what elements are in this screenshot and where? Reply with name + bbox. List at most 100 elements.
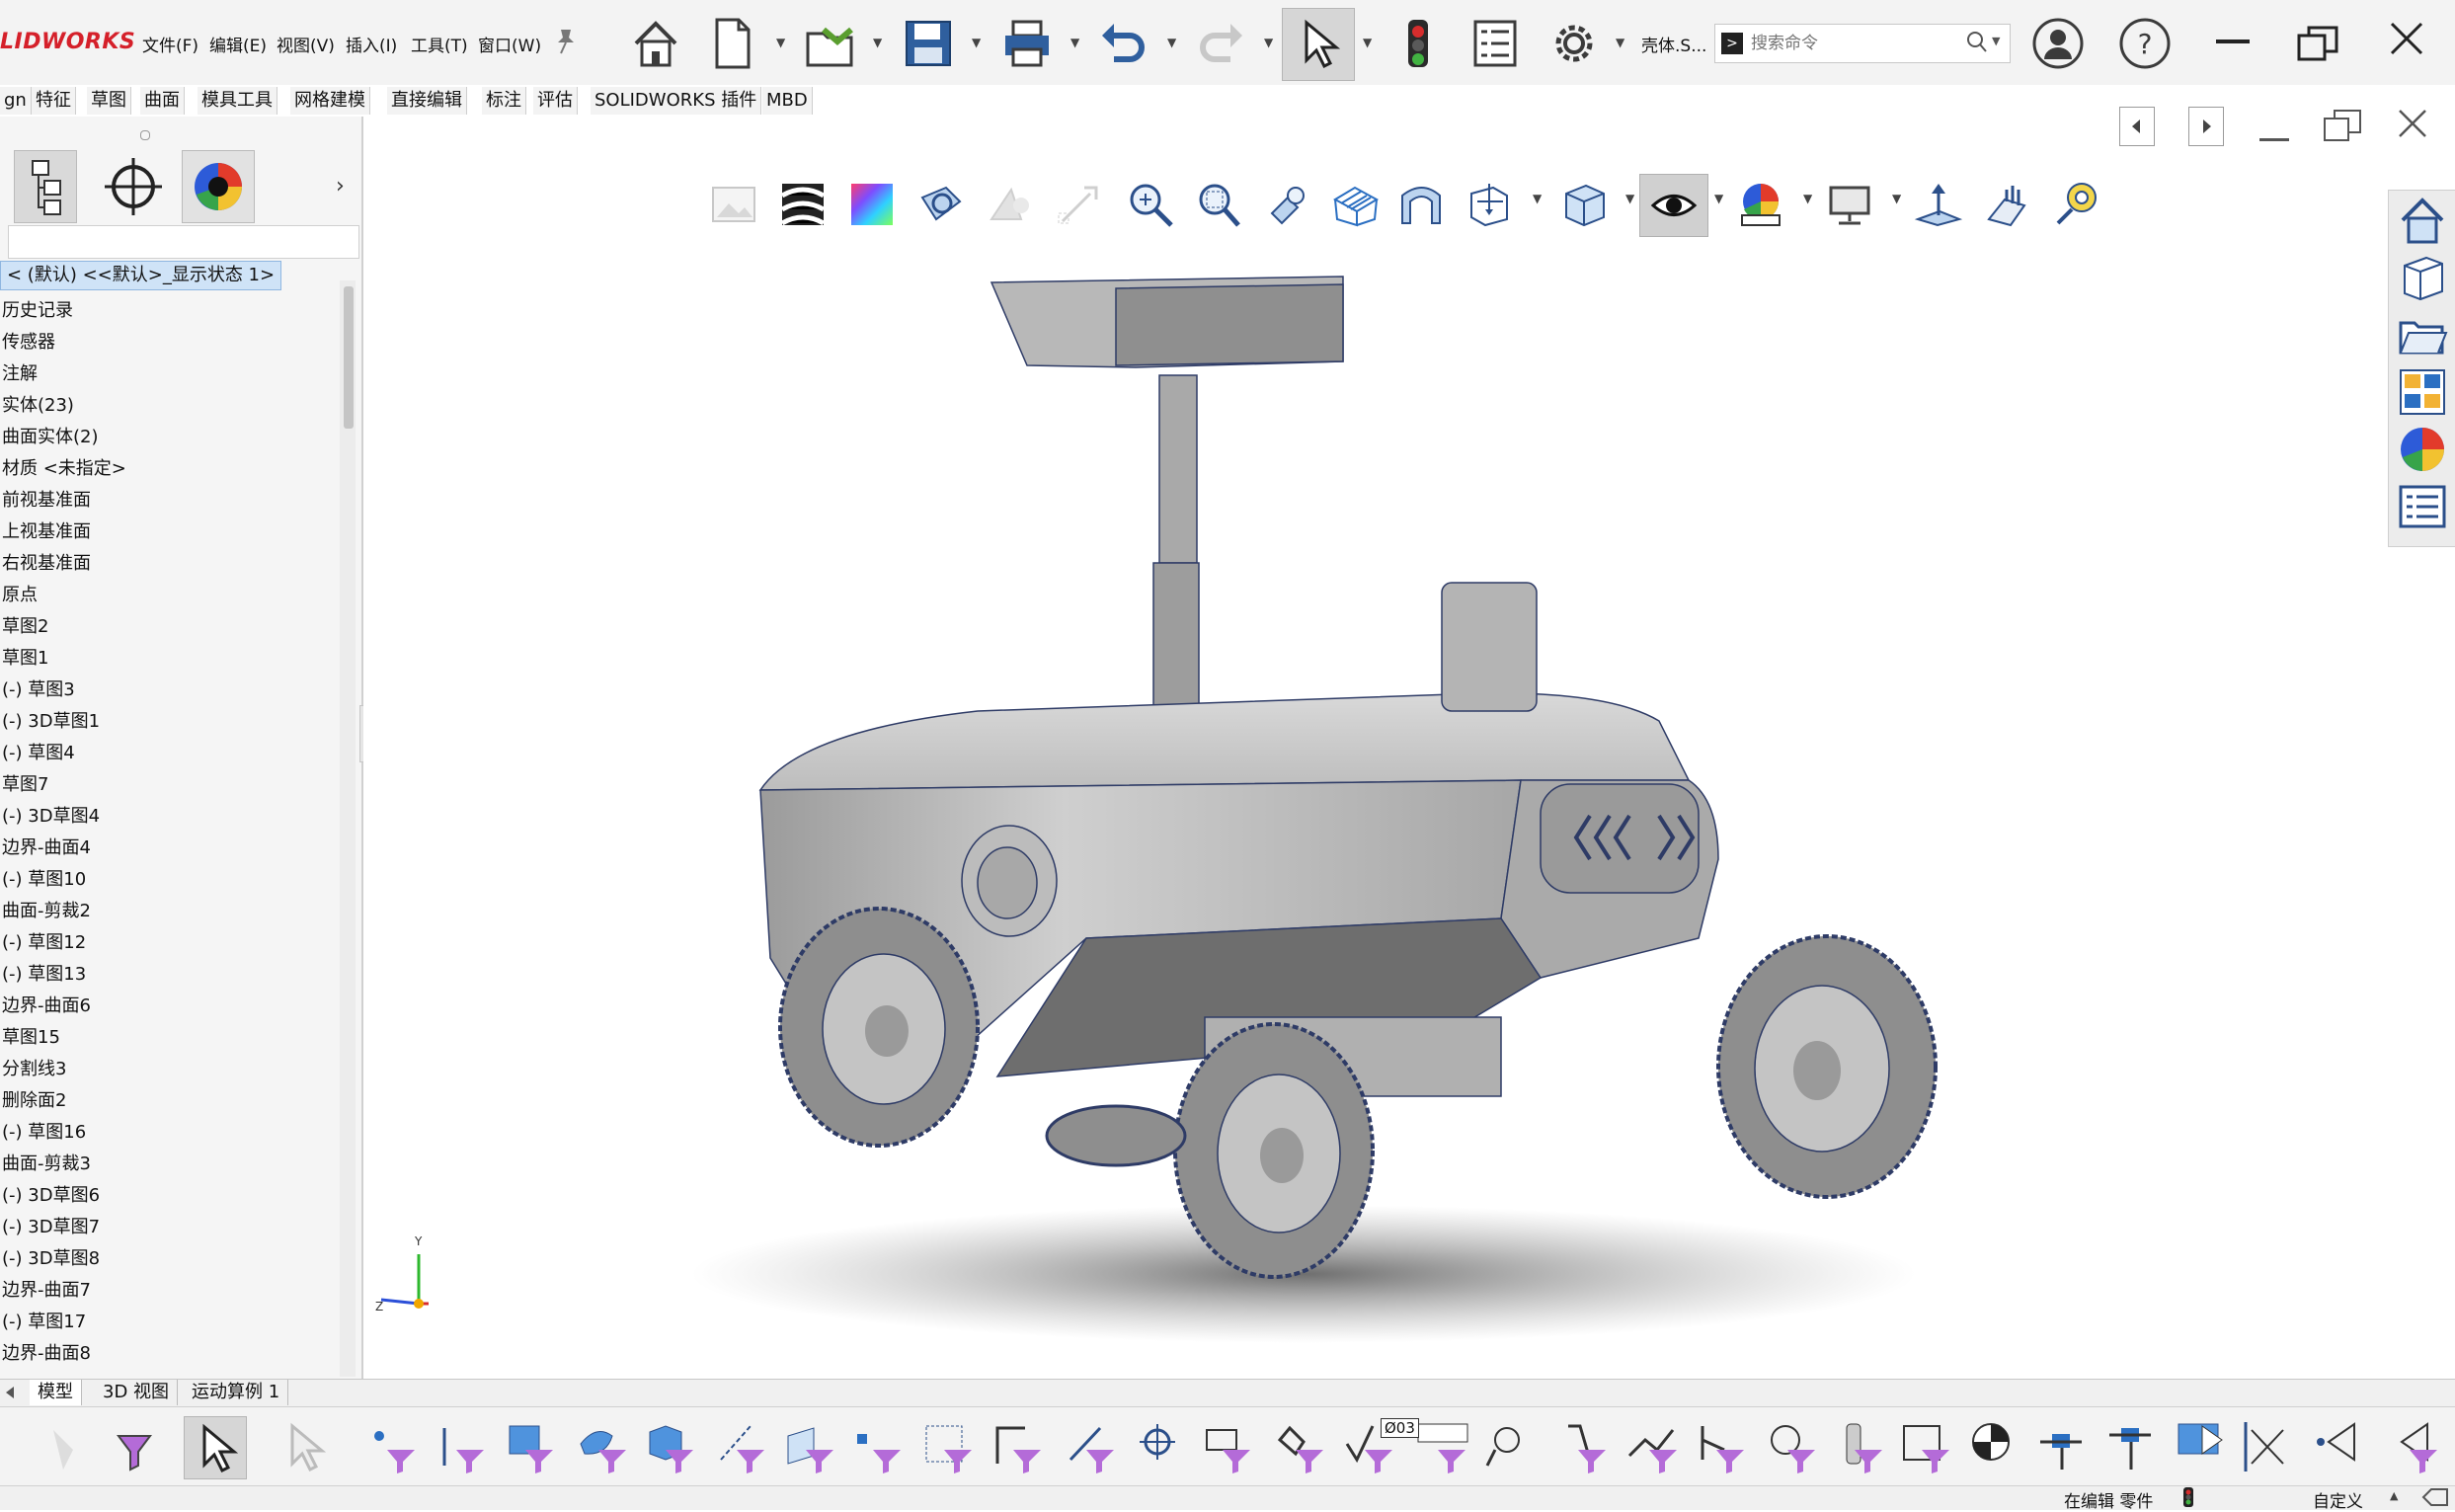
tree-node[interactable]: 传感器 bbox=[2, 328, 55, 354]
filter-dimensions-icon[interactable] bbox=[1197, 1416, 1258, 1477]
filter-centerline-icon[interactable] bbox=[1132, 1416, 1193, 1477]
tree-node[interactable]: 原点 bbox=[2, 581, 38, 606]
display-manager-icon[interactable] bbox=[182, 150, 255, 223]
design-library-icon[interactable] bbox=[2394, 251, 2451, 304]
select-arrow-icon[interactable] bbox=[184, 1416, 247, 1479]
filter-sketch-points-icon[interactable] bbox=[847, 1416, 909, 1477]
tree-node[interactable]: 边界-曲面7 bbox=[2, 1276, 91, 1302]
tabs-scroll-icon[interactable] bbox=[0, 1383, 22, 1402]
filter-toolbar-icon[interactable] bbox=[107, 1416, 168, 1477]
open-dropdown-icon[interactable]: ▼ bbox=[873, 36, 887, 49]
undo-dropdown-icon[interactable]: ▼ bbox=[1167, 36, 1181, 49]
panel-grip-icon[interactable] bbox=[140, 130, 150, 140]
tab-mbd[interactable]: MBD bbox=[762, 87, 813, 115]
tree-node[interactable]: 历史记录 bbox=[2, 296, 73, 322]
new-dropdown-icon[interactable]: ▼ bbox=[776, 36, 790, 49]
tree-node[interactable]: (-) 草图13 bbox=[2, 960, 86, 986]
filter-center-marks-icon[interactable] bbox=[1061, 1416, 1122, 1477]
file-properties-icon[interactable] bbox=[1460, 8, 1531, 79]
print-icon[interactable] bbox=[991, 8, 1063, 79]
filter-sketch-segments-icon[interactable] bbox=[918, 1416, 980, 1477]
select-dropdown-icon[interactable]: ▼ bbox=[1363, 36, 1377, 49]
doc-restore-icon[interactable] bbox=[2323, 107, 2362, 142]
tree-node[interactable]: 草图15 bbox=[2, 1023, 60, 1049]
status-units[interactable]: 自定义 bbox=[2313, 1487, 2363, 1512]
tree-scrollbar[interactable] bbox=[340, 280, 356, 1377]
tree-root-config[interactable]: < (默认) <<默认>_显示状态 1> bbox=[0, 261, 282, 290]
tab-3d-views[interactable]: 3D 视图 bbox=[95, 1380, 179, 1405]
measure-icon[interactable] bbox=[2046, 174, 2107, 235]
help-icon[interactable]: ? bbox=[2109, 8, 2180, 79]
custom-properties-icon[interactable] bbox=[2394, 480, 2451, 533]
select-mode-icon[interactable] bbox=[273, 1416, 334, 1477]
units-dropdown-icon[interactable]: ▲ bbox=[2390, 1489, 2398, 1502]
minimize-window-icon[interactable] bbox=[2216, 40, 2250, 43]
tree-node[interactable]: (-) 3D草图1 bbox=[2, 707, 100, 733]
zoom-to-area-icon[interactable] bbox=[1187, 174, 1248, 235]
scene-dropdown-icon[interactable]: ▼ bbox=[1892, 192, 1906, 205]
view-orientation-icon[interactable] bbox=[1458, 174, 1519, 235]
filter-cosmetic-weld-icon[interactable] bbox=[2240, 1416, 2301, 1477]
menu-edit[interactable]: 编辑(E) bbox=[209, 32, 267, 56]
display-style-dropdown-icon[interactable]: ▼ bbox=[1625, 192, 1639, 205]
tree-node[interactable]: (-) 草图12 bbox=[2, 928, 86, 954]
doc-minimize-icon[interactable] bbox=[2259, 138, 2289, 141]
curvature-icon[interactable] bbox=[841, 174, 903, 235]
filter-blocks-icon[interactable] bbox=[1762, 1416, 1823, 1477]
command-search[interactable]: > ▼ bbox=[1714, 24, 2011, 63]
print-dropdown-icon[interactable]: ▼ bbox=[1070, 36, 1084, 49]
tree-node[interactable]: (-) 草图17 bbox=[2, 1308, 86, 1333]
search-icon[interactable] bbox=[1966, 31, 1988, 59]
tree-node[interactable]: (-) 草图4 bbox=[2, 739, 75, 764]
tab-motion-study[interactable]: 运动算例 1 bbox=[184, 1380, 289, 1405]
tree-node[interactable]: 删除面2 bbox=[2, 1086, 66, 1112]
zoom-to-fit-icon[interactable] bbox=[1120, 174, 1181, 235]
tree-node[interactable]: 边界-曲面8 bbox=[2, 1339, 91, 1365]
pin-icon[interactable] bbox=[555, 28, 577, 55]
tree-filter-input[interactable] bbox=[8, 225, 359, 259]
tree-node[interactable]: (-) 3D草图7 bbox=[2, 1213, 100, 1238]
view-settings-icon[interactable] bbox=[1908, 174, 1969, 235]
tab-surfaces[interactable]: 曲面 bbox=[140, 87, 185, 115]
tab-design[interactable]: gn bbox=[0, 87, 32, 115]
appearances-scenes-icon[interactable] bbox=[2394, 423, 2451, 476]
dynamic-annotation-icon[interactable] bbox=[1390, 174, 1452, 235]
previous-doc-icon[interactable] bbox=[2119, 107, 2155, 146]
tree-scrollbar-thumb[interactable] bbox=[344, 286, 354, 429]
tab-mold-tools[interactable]: 模具工具 bbox=[198, 87, 277, 115]
select-icon[interactable] bbox=[1282, 8, 1355, 81]
appearance-dropdown-icon[interactable]: ▼ bbox=[1803, 192, 1817, 205]
filter-clear-all-icon[interactable] bbox=[2311, 1416, 2372, 1477]
status-help-icon[interactable] bbox=[2421, 1487, 2449, 1507]
tree-node[interactable]: 注解 bbox=[2, 359, 38, 385]
apply-scene-icon[interactable] bbox=[1819, 174, 1880, 235]
feature-manager-tree-icon[interactable] bbox=[14, 150, 77, 223]
tree-node[interactable]: 分割线3 bbox=[2, 1055, 66, 1080]
filter-vertices-icon[interactable] bbox=[361, 1416, 423, 1477]
tab-model[interactable]: 模型 bbox=[30, 1380, 82, 1405]
filter-routing-points-icon[interactable] bbox=[1965, 1416, 2026, 1477]
tab-markup[interactable]: 标注 bbox=[482, 87, 526, 115]
tab-evaluate[interactable]: 评估 bbox=[533, 87, 578, 115]
search-dropdown-icon[interactable]: ▼ bbox=[1992, 35, 2000, 47]
filter-axes-icon[interactable] bbox=[711, 1416, 772, 1477]
save-icon[interactable] bbox=[893, 8, 964, 79]
tab-direct-editing[interactable]: 直接编辑 bbox=[387, 87, 467, 115]
tab-solidworks-addins[interactable]: SOLIDWORKS 插件 bbox=[591, 87, 762, 115]
menu-file[interactable]: 文件(F) bbox=[142, 32, 198, 56]
filter-connection-points-icon[interactable] bbox=[1896, 1416, 1957, 1477]
filter-dowel-pin-icon[interactable] bbox=[1829, 1416, 1890, 1477]
save-dropdown-icon[interactable]: ▼ bbox=[972, 36, 986, 49]
view-palette-icon[interactable] bbox=[2394, 365, 2451, 419]
tab-features[interactable]: 特征 bbox=[32, 87, 76, 115]
tree-node[interactable]: 草图7 bbox=[2, 770, 48, 796]
tree-node[interactable]: (-) 3D草图6 bbox=[2, 1181, 100, 1207]
rebuild-icon[interactable] bbox=[1383, 8, 1454, 79]
display-style-icon[interactable] bbox=[1554, 174, 1616, 235]
file-explorer-icon[interactable] bbox=[2394, 308, 2451, 361]
filter-shaded-view-icon[interactable] bbox=[2173, 1416, 2234, 1477]
draft-analysis-icon[interactable] bbox=[911, 174, 972, 235]
view-orientation-dropdown-icon[interactable]: ▼ bbox=[1533, 192, 1546, 205]
restore-window-icon[interactable] bbox=[2297, 26, 2338, 61]
tree-node[interactable]: (-) 3D草图8 bbox=[2, 1244, 100, 1270]
